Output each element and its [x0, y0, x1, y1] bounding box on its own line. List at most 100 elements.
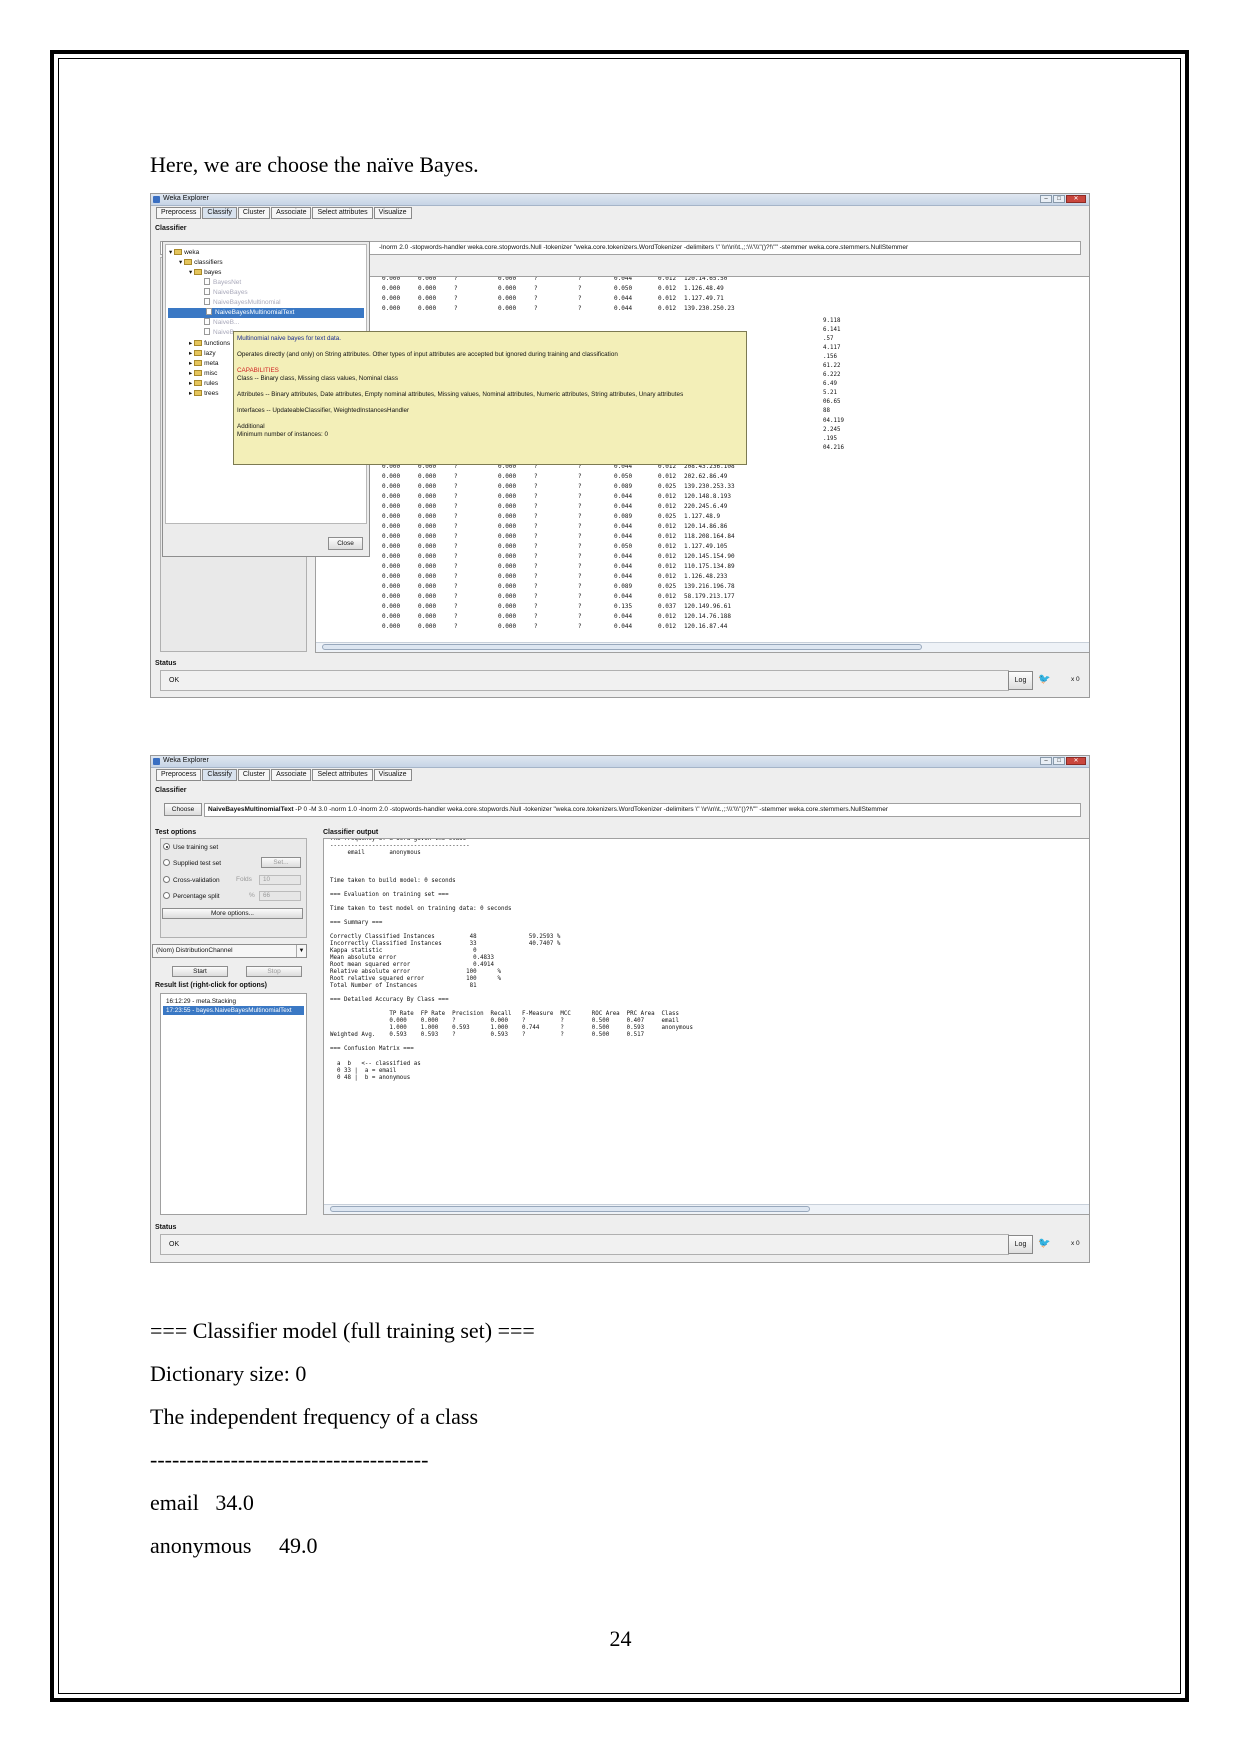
start-button[interactable]: Start	[172, 966, 228, 977]
tree-leaf-bayesnet[interactable]: BayesNet	[204, 278, 241, 288]
prediction-cell: 0.012	[658, 304, 677, 312]
close-icon[interactable]: ✕	[1066, 757, 1086, 765]
output-horizontal-scrollbar[interactable]	[316, 642, 1089, 652]
prediction-cell: ?	[454, 492, 458, 500]
prediction-cell: ?	[454, 622, 458, 630]
prediction-cell: 58.179.213.177	[684, 592, 735, 600]
prediction-cell: ?	[534, 512, 538, 520]
prediction-cell: 0.000	[498, 294, 517, 302]
prediction-cell: 0.044	[614, 592, 633, 600]
tree-leaf-naivebayesmultinomialtext[interactable]: NaiveBayesMultinomialText	[168, 308, 364, 318]
tab-associate[interactable]: Associate	[271, 207, 312, 219]
tab-classify[interactable]: Classify	[202, 207, 237, 219]
tree-node-bayes[interactable]: ▾ bayes	[189, 268, 221, 278]
tree-node-lazy[interactable]: ▸ lazy	[189, 349, 216, 359]
file-icon	[204, 318, 210, 325]
prediction-cell: 0.044	[614, 492, 633, 500]
partially-hidden-ip-column: 9.118 6.141 .57 4.117 .156 61.22 6.222 6…	[823, 318, 844, 451]
minimize-icon[interactable]: –	[1040, 757, 1052, 765]
status-bar: OK	[160, 670, 1009, 691]
classifier-command-field[interactable]: NaiveBayesMultinomialText -P 0 -M 3.0 -n…	[204, 803, 1081, 817]
result-item[interactable]: 16:12:29 - meta.Stacking	[163, 997, 304, 1006]
cross-validation-option[interactable]: Cross-validation	[163, 876, 220, 884]
close-button[interactable]: Close	[328, 537, 363, 550]
tree-node-functions[interactable]: ▸ functions	[189, 339, 230, 349]
tab-visualize[interactable]: Visualize	[373, 769, 412, 781]
tab-cluster[interactable]: Cluster	[237, 207, 271, 219]
classifier-output-panel[interactable]: The frequency of a word given the class …	[323, 838, 1089, 1215]
prediction-cell: 0.012	[658, 502, 677, 510]
prediction-cell: 0.012	[658, 522, 677, 530]
prediction-cell: 0.000	[418, 572, 437, 580]
tab-select-attributes[interactable]: Select attributes	[312, 207, 373, 219]
prediction-cell: 0.000	[382, 532, 401, 540]
prediction-cell: ?	[454, 502, 458, 510]
log-button[interactable]: Log	[1008, 1235, 1033, 1254]
more-options-button[interactable]: More options...	[162, 908, 303, 919]
horizontal-scroll-thumb[interactable]	[330, 1206, 810, 1212]
prediction-cell: 0.000	[382, 284, 401, 292]
prediction-cell: 120.148.8.193	[684, 492, 731, 500]
tree-leaf-naivebayes[interactable]: NaiveBayes	[204, 288, 248, 298]
prediction-cell: 0.000	[498, 542, 517, 550]
email-frequency: email 34.0	[150, 1490, 254, 1515]
folder-icon	[194, 370, 203, 376]
tree-leaf-naivebayesmultinomial[interactable]: NaiveBayesMultinomial	[204, 298, 281, 308]
prediction-cell: ?	[578, 294, 582, 302]
tab-preprocess[interactable]: Preprocess	[156, 207, 202, 219]
collapse-arrow-icon: ▸	[189, 340, 193, 347]
tree-node-classifiers[interactable]: ▾ classifiers	[179, 258, 223, 268]
tab-associate[interactable]: Associate	[271, 769, 312, 781]
prediction-cell: 0.012	[658, 552, 677, 560]
tab-classify[interactable]: Classify	[202, 769, 237, 781]
result-item-selected[interactable]: 17:23:55 - bayes.NaiveBayesMultinomialTe…	[163, 1006, 304, 1015]
folder-icon	[194, 390, 203, 396]
stop-button[interactable]: Stop	[246, 966, 302, 977]
tree-node-trees[interactable]: ▸ trees	[189, 389, 219, 399]
tree-node-misc[interactable]: ▸ misc	[189, 369, 217, 379]
output-horizontal-scrollbar[interactable]	[324, 1204, 1089, 1214]
horizontal-scroll-thumb[interactable]	[322, 644, 922, 650]
tab-cluster[interactable]: Cluster	[237, 769, 271, 781]
test-options-panel	[160, 838, 307, 938]
tree-node-rules[interactable]: ▸ rules	[189, 379, 218, 389]
prediction-cell: ?	[454, 612, 458, 620]
tree-node-meta[interactable]: ▸ meta	[189, 359, 219, 369]
supplied-test-set-option[interactable]: Supplied test set	[163, 859, 221, 867]
tab-select-attributes[interactable]: Select attributes	[312, 769, 373, 781]
class-attribute-select[interactable]: (Nom) DistributionChannel ▼	[152, 944, 307, 958]
prediction-cell: ?	[454, 512, 458, 520]
percentage-input[interactable]: 66	[259, 891, 301, 901]
percentage-split-option[interactable]: Percentage split	[163, 892, 220, 900]
choose-button[interactable]: Choose	[164, 803, 202, 816]
prediction-cell: 0.000	[498, 592, 517, 600]
maximize-icon[interactable]: □	[1053, 195, 1065, 203]
prediction-cell: 0.044	[614, 532, 633, 540]
prediction-row: 0.000 0.000? 0.000?? 0.050 0.012 202.62.86.49	[382, 471, 774, 481]
use-training-set-option[interactable]: Use training set	[163, 843, 218, 851]
prediction-cell: 0.012	[658, 492, 677, 500]
prediction-row: 0.000 0.000? 0.000?? 0.044 0.012 120.14.65.50	[382, 277, 774, 283]
tree-node-weka[interactable]: ▾ weka	[169, 248, 199, 258]
folds-input[interactable]: 10	[259, 875, 301, 885]
close-icon[interactable]: ✕	[1066, 195, 1086, 203]
prediction-cell: ?	[534, 502, 538, 510]
prediction-cell: ?	[578, 304, 582, 312]
prediction-cell: 0.000	[498, 572, 517, 580]
log-button[interactable]: Log	[1008, 671, 1033, 690]
folder-icon	[194, 360, 203, 366]
expand-arrow-icon: ▾	[179, 259, 183, 266]
tree-leaf-naiveb-1[interactable]: NaiveB...	[204, 318, 239, 328]
tab-visualize[interactable]: Visualize	[373, 207, 412, 219]
tab-preprocess[interactable]: Preprocess	[156, 769, 202, 781]
prediction-cell: 0.044	[614, 612, 633, 620]
minimize-icon[interactable]: –	[1040, 195, 1052, 203]
prediction-cell: 0.044	[614, 562, 633, 570]
prediction-cell: 0.044	[614, 622, 633, 630]
set-button[interactable]: Set...	[261, 857, 301, 868]
prediction-cell: 0.000	[382, 472, 401, 480]
prediction-cell: ?	[578, 512, 582, 520]
maximize-icon[interactable]: □	[1053, 757, 1065, 765]
prediction-cell: 0.000	[418, 592, 437, 600]
weka-app-icon	[153, 758, 160, 765]
